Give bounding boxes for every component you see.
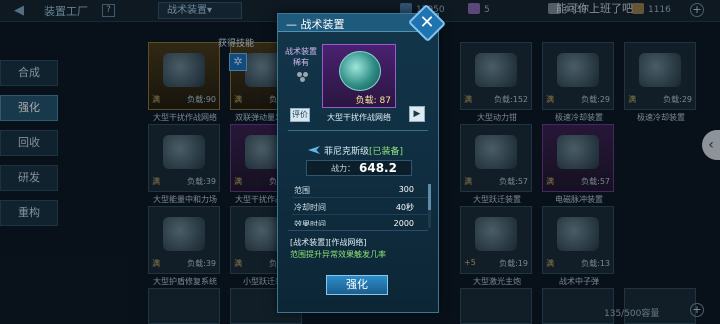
- ship-name: 菲尼克斯级: [324, 147, 370, 157]
- stat-key: 效果时间: [294, 220, 326, 226]
- ship-icon: [308, 146, 320, 154]
- rarity-dots-icon: [297, 72, 309, 82]
- close-icon[interactable]: ✕: [413, 10, 441, 36]
- stat-value: 300: [398, 185, 414, 194]
- stat-key: 范围: [294, 186, 310, 195]
- divider: [288, 130, 428, 131]
- description: [战术装置][作战网络] 范围提升异常效果触发几率: [288, 230, 428, 264]
- network-orb-icon: [339, 51, 381, 91]
- stat-row: 冷却时间 40秒: [292, 199, 428, 215]
- play-preview-button[interactable]: ▶: [409, 106, 425, 122]
- item-category: 战术装置 稀有: [283, 46, 319, 68]
- item-preview: 负载: 87: [322, 44, 396, 108]
- stat-value: 40秒: [395, 203, 414, 212]
- stat-key: 冷却时间: [294, 203, 326, 212]
- description-tags: [战术装置][作战网络]: [290, 238, 367, 247]
- category-rarity: 稀有: [293, 58, 309, 67]
- item-detail-modal: — 战术装置 战术装置 稀有 负载: 87 评价 大型干扰作战网络 ▶ 菲尼克斯…: [277, 13, 439, 313]
- stat-row: 范围 300: [292, 182, 428, 198]
- item-name: 大型干扰作战网络: [327, 113, 391, 122]
- stats-scroll-thumb[interactable]: [428, 184, 431, 210]
- stat-value: 2000: [393, 219, 414, 226]
- power-label: 战力：: [331, 164, 355, 173]
- equip-status: [已装备]: [369, 147, 404, 157]
- category-type: 战术装置: [285, 47, 317, 56]
- description-effect: 范围提升异常效果触发几率: [290, 250, 386, 259]
- power-box: 战力： 648.2: [306, 160, 412, 176]
- enhance-button[interactable]: 强化: [326, 275, 388, 295]
- modal-title: — 战术装置: [286, 18, 345, 31]
- evaluate-button[interactable]: 评价: [290, 108, 310, 122]
- equipped-ship: 菲尼克斯级[已装备]: [308, 144, 418, 157]
- item-load: 负载: 87: [355, 96, 391, 106]
- power-value: 648.2: [359, 161, 397, 175]
- stat-row: 效果时间 2000: [292, 216, 428, 226]
